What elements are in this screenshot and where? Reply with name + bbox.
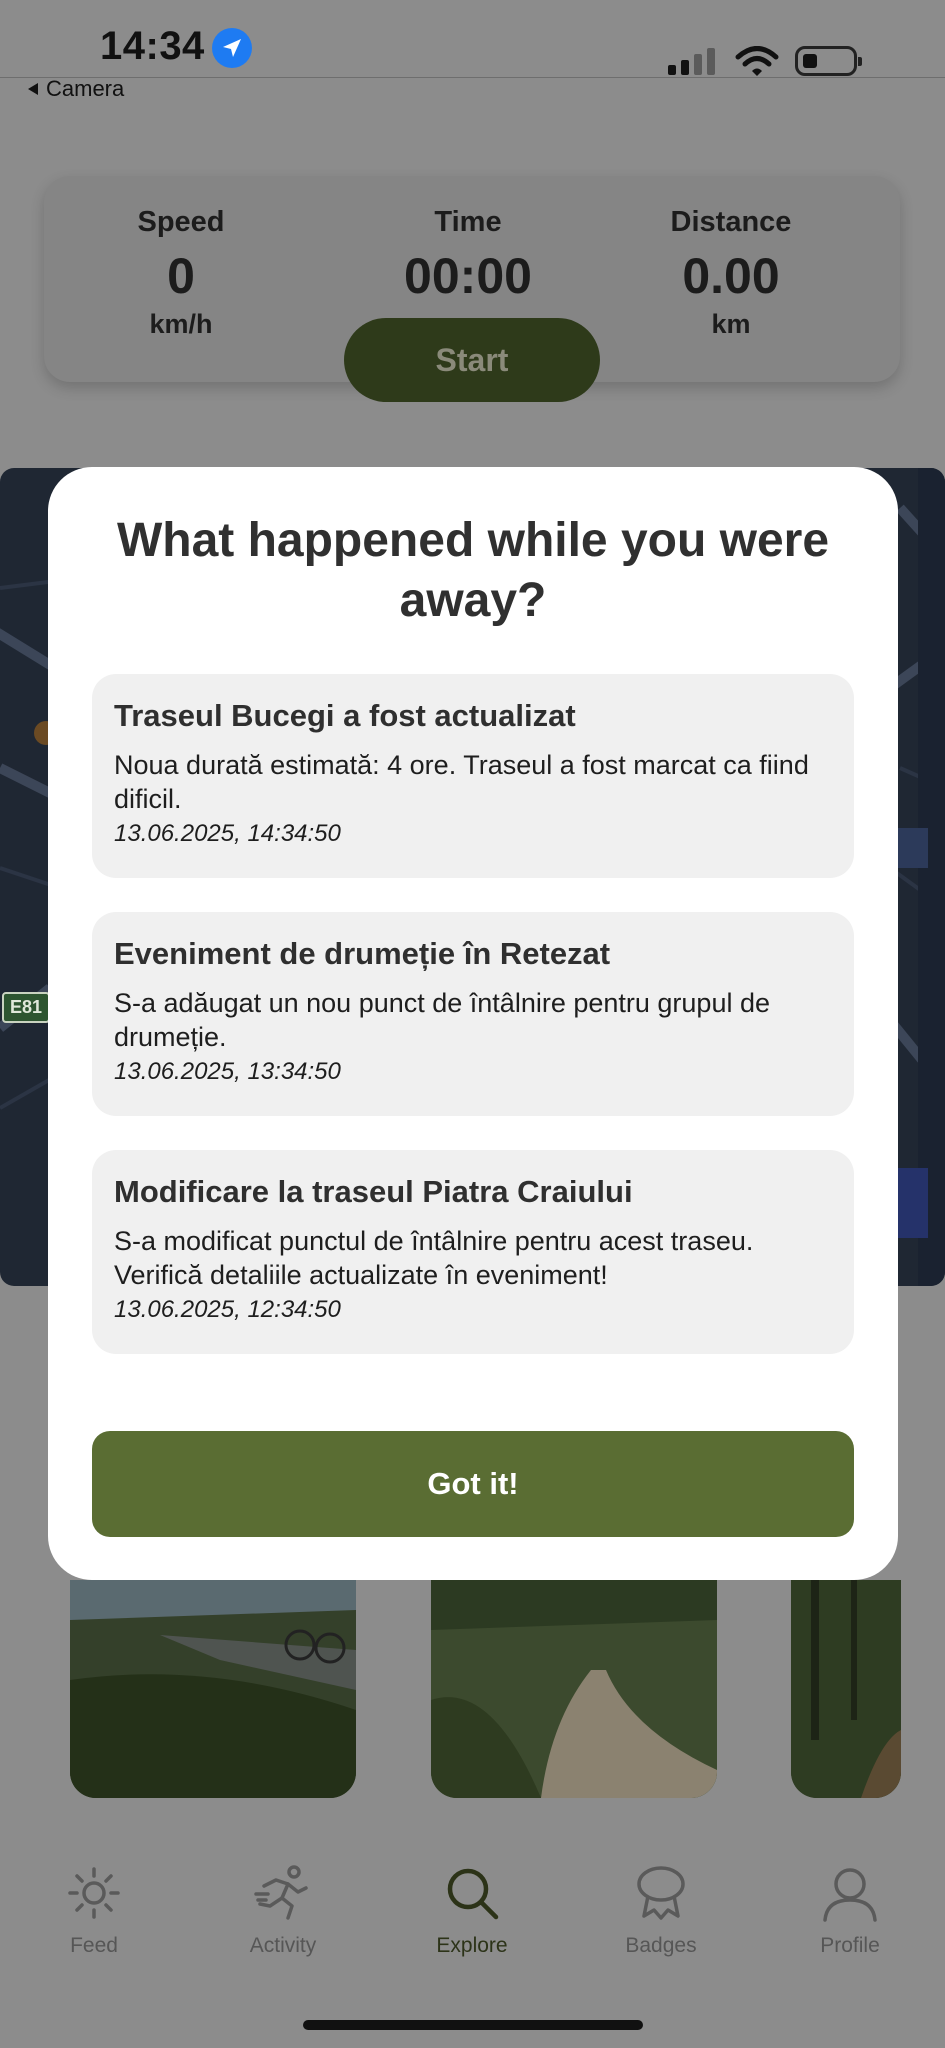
- tab-label: Explore: [436, 1934, 508, 1957]
- time-stat: Time 00:00: [358, 206, 578, 301]
- tab-explore[interactable]: Explore: [392, 1860, 552, 1958]
- distance-unit: km: [711, 309, 751, 339]
- road-shield-e81: E81: [2, 992, 51, 1023]
- person-icon: [770, 1860, 930, 1926]
- notification-card: Eveniment de drumeție în Retezat S-a adă…: [92, 912, 854, 1116]
- start-button[interactable]: Start: [344, 318, 600, 402]
- distance-value: 0.00: [682, 248, 780, 304]
- back-triangle-icon: [28, 83, 38, 95]
- home-indicator[interactable]: [303, 2020, 643, 2030]
- time-label: Time: [434, 206, 502, 238]
- cycle-path-photo: [70, 1580, 356, 1798]
- forest-path-photo: [791, 1580, 901, 1798]
- notification-card: Traseul Bucegi a fost actualizat Noua du…: [92, 674, 854, 878]
- distance-label: Distance: [670, 206, 792, 238]
- badge-icon: [581, 1860, 741, 1926]
- status-time: 14:34: [100, 24, 205, 68]
- cellular-signal-icon: [668, 48, 715, 75]
- status-divider: [0, 77, 945, 78]
- bottom-tab-bar: Feed Activity Explore Badges Profile: [0, 1860, 945, 1980]
- tab-profile[interactable]: Profile: [770, 1860, 930, 1958]
- tab-label: Profile: [820, 1934, 880, 1957]
- notification-title: Traseul Bucegi a fost actualizat: [114, 698, 576, 733]
- tab-label: Feed: [70, 1934, 118, 1957]
- dirt-road-photo: [431, 1580, 717, 1798]
- status-bar: 14:34 Camera: [0, 0, 945, 101]
- back-to-camera-link[interactable]: Camera: [26, 76, 124, 102]
- notification-date: 13.06.2025, 12:34:50: [114, 1296, 341, 1323]
- modal-title: What happened while you were away?: [116, 514, 830, 627]
- time-value: 00:00: [404, 248, 532, 304]
- battery-icon: [795, 46, 862, 76]
- speed-unit: km/h: [149, 309, 213, 339]
- notification-date: 13.06.2025, 14:34:50: [114, 820, 341, 847]
- tab-label: Activity: [249, 1934, 317, 1957]
- notification-date: 13.06.2025, 13:34:50: [114, 1058, 341, 1085]
- trail-thumbnail[interactable]: [791, 1580, 901, 1798]
- distance-stat: Distance 0.00 km: [621, 206, 841, 340]
- trail-thumbnail[interactable]: [431, 1580, 717, 1798]
- updates-modal: What happened while you were away? Trase…: [48, 467, 898, 1580]
- sun-icon: [14, 1860, 174, 1926]
- got-it-button[interactable]: Got it!: [92, 1431, 854, 1537]
- notification-card: Modificare la traseul Piatra Craiului S-…: [92, 1150, 854, 1354]
- tab-badges[interactable]: Badges: [581, 1860, 741, 1958]
- tab-feed[interactable]: Feed: [14, 1860, 174, 1958]
- speed-label: Speed: [137, 206, 225, 238]
- notification-title: Eveniment de drumeție în Retezat: [114, 936, 611, 971]
- runner-icon: [203, 1860, 363, 1926]
- tab-activity[interactable]: Activity: [203, 1860, 363, 1958]
- notification-body: S-a modificat punctul de întâlnire pentr…: [114, 1226, 754, 1290]
- trail-thumbnail[interactable]: [70, 1580, 356, 1798]
- notification-body: Noua durată estimată: 4 ore. Traseul a f…: [114, 750, 809, 814]
- notification-title: Modificare la traseul Piatra Craiului: [114, 1174, 633, 1209]
- search-icon: [392, 1860, 552, 1926]
- speed-stat: Speed 0 km/h: [71, 206, 291, 340]
- tab-label: Badges: [625, 1934, 697, 1957]
- location-arrow-icon: [212, 28, 252, 68]
- back-link-label: Camera: [46, 76, 125, 101]
- notification-body: S-a adăugat un nou punct de întâlnire pe…: [114, 988, 770, 1052]
- speed-value: 0: [167, 248, 195, 304]
